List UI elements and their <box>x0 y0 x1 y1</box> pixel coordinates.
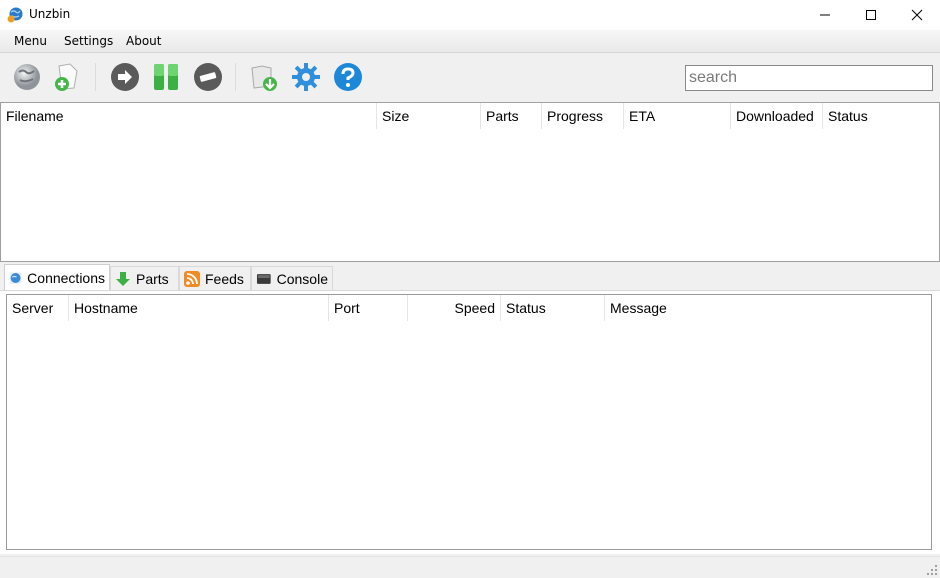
green-down-arrow-icon <box>116 271 130 286</box>
menu-item-menu[interactable]: Menu <box>14 34 47 48</box>
minimize-button[interactable] <box>802 0 848 30</box>
search-input[interactable] <box>685 65 933 91</box>
title-bar: Unzbin <box>0 0 940 30</box>
tab-label: Console <box>276 270 328 287</box>
column-header-filename[interactable]: Filename <box>1 103 377 129</box>
menu-item-settings[interactable]: Settings <box>64 34 113 48</box>
maximize-icon <box>866 10 876 20</box>
tab-connections[interactable]: Connections <box>4 264 110 291</box>
column-header-speed[interactable]: Speed <box>408 295 501 321</box>
column-header-hostname[interactable]: Hostname <box>69 295 329 321</box>
help-icon[interactable] <box>333 62 363 92</box>
tab-label: Parts <box>136 270 169 287</box>
column-header-progress[interactable]: Progress <box>542 103 624 129</box>
maximize-button[interactable] <box>848 0 894 30</box>
column-header-port[interactable]: Port <box>329 295 408 321</box>
column-header-downloaded[interactable]: Downloaded <box>731 103 823 129</box>
tab-console[interactable]: Console <box>251 266 333 290</box>
window-title: Unzbin <box>29 7 71 21</box>
minimize-icon <box>820 14 830 16</box>
toolbar-separator <box>235 63 236 91</box>
tab-label: Connections <box>27 270 105 286</box>
column-header-server[interactable]: Server <box>7 295 69 321</box>
close-icon <box>911 9 923 21</box>
column-header-eta[interactable]: ETA <box>624 103 731 129</box>
downloads-table[interactable]: Filename Size Parts Progress ETA Downloa… <box>0 102 940 262</box>
globe-icon <box>9 272 22 284</box>
menu-item-about[interactable]: About <box>126 34 161 48</box>
menu-bar: Menu Settings About <box>0 30 940 53</box>
connections-panel: Server Hostname Port Speed Status Messag… <box>0 290 940 554</box>
folder-download-icon[interactable] <box>249 62 279 92</box>
globe-icon[interactable] <box>12 62 42 92</box>
pause-icon[interactable] <box>151 62 181 92</box>
tab-parts[interactable]: Parts <box>110 266 179 290</box>
resize-grip-icon[interactable] <box>926 564 938 576</box>
status-bar <box>0 556 940 578</box>
column-header-status[interactable]: Status <box>501 295 605 321</box>
stop-icon[interactable] <box>193 62 223 92</box>
column-header-message[interactable]: Message <box>605 295 931 321</box>
close-button[interactable] <box>894 0 940 30</box>
add-file-icon[interactable] <box>50 62 80 92</box>
toolbar <box>0 53 940 102</box>
tab-label: Feeds <box>205 270 244 287</box>
column-header-parts[interactable]: Parts <box>481 103 542 129</box>
rss-icon <box>184 270 200 287</box>
column-header-status[interactable]: Status <box>823 103 939 129</box>
column-header-size[interactable]: Size <box>377 103 481 129</box>
gear-icon[interactable] <box>291 62 321 92</box>
play-icon[interactable] <box>110 62 140 92</box>
tab-feeds[interactable]: Feeds <box>179 266 251 290</box>
connections-table[interactable]: Server Hostname Port Speed Status Messag… <box>6 294 932 550</box>
console-icon <box>256 273 271 284</box>
toolbar-separator <box>95 63 96 91</box>
app-globe-icon <box>7 7 23 23</box>
